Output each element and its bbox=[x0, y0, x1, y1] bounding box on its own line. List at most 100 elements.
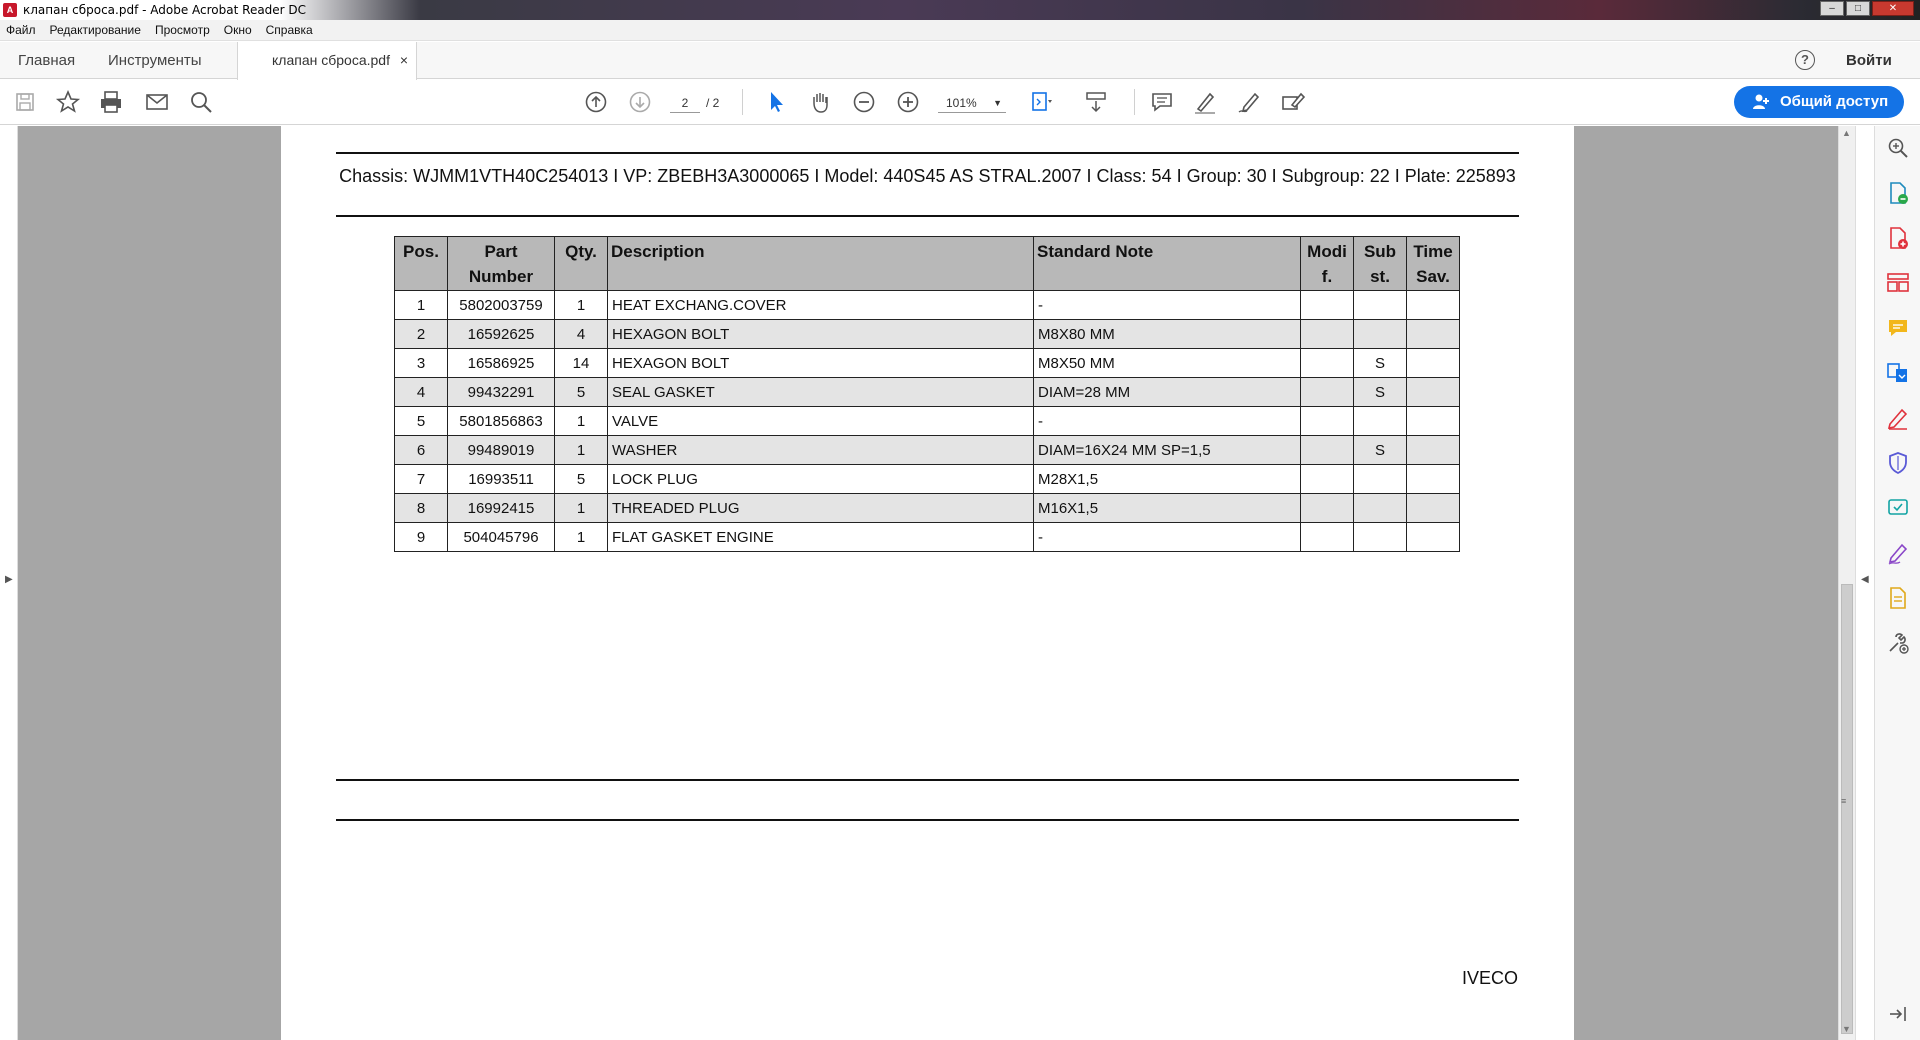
left-panel-toggle[interactable]: ▶ bbox=[0, 126, 18, 1040]
menu-help[interactable]: Справка bbox=[266, 23, 313, 37]
scrollbar-thumb[interactable] bbox=[1841, 584, 1853, 1034]
cell-pos: 1 bbox=[394, 290, 448, 320]
email-icon[interactable] bbox=[144, 89, 170, 115]
request-signature-icon[interactable] bbox=[1886, 541, 1910, 565]
collapse-right-icon[interactable]: ◀ bbox=[1861, 574, 1869, 585]
send-for-review-icon[interactable] bbox=[1886, 496, 1910, 520]
sign-in-button[interactable]: Войти bbox=[1846, 42, 1892, 79]
cell-modif bbox=[1300, 493, 1354, 523]
cell-pos: 2 bbox=[394, 319, 448, 349]
signature-pen-icon[interactable] bbox=[1236, 89, 1262, 115]
cell-qty: 1 bbox=[554, 493, 608, 523]
expand-left-icon[interactable]: ▶ bbox=[5, 574, 13, 585]
cell-time-sav bbox=[1406, 377, 1460, 407]
cell-subst bbox=[1353, 464, 1407, 494]
fill-sign-icon[interactable] bbox=[1886, 406, 1910, 430]
edit-sign-icon[interactable] bbox=[1280, 89, 1306, 115]
col-header-standard-note: Standard Note bbox=[1033, 236, 1301, 291]
menu-edit[interactable]: Редактирование bbox=[50, 23, 141, 37]
zoom-level-select[interactable]: 101% ▼ bbox=[938, 93, 1006, 113]
table-row: 1 5802003759 1 HEAT EXCHANG.COVER - bbox=[394, 290, 1460, 320]
footer-brand: IVECO bbox=[1461, 968, 1518, 988]
comment-tool-icon[interactable] bbox=[1886, 316, 1910, 340]
chassis-info: Chassis: WJMM1VTH40C254013 I VP: ZBEBH3A… bbox=[339, 166, 1516, 186]
cell-modif bbox=[1300, 377, 1354, 407]
cell-description: WASHER bbox=[607, 435, 1034, 465]
scan-ocr-icon[interactable] bbox=[1886, 586, 1910, 610]
title-bar: A клапан сброса.pdf - Adobe Acrobat Read… bbox=[0, 0, 1920, 20]
highlight-pen-icon[interactable] bbox=[1192, 89, 1218, 115]
table-row: 2 16592625 4 HEXAGON BOLT M8X80 MM bbox=[394, 319, 1460, 349]
right-pane-toggle[interactable]: ◀ bbox=[1855, 126, 1874, 1040]
tab-home[interactable]: Главная bbox=[18, 42, 75, 79]
combine-files-icon[interactable] bbox=[1886, 361, 1910, 385]
previous-page-icon[interactable] bbox=[583, 89, 609, 115]
scroll-mode-icon[interactable] bbox=[1083, 89, 1109, 115]
scroll-up-icon[interactable]: ▲ bbox=[1842, 128, 1851, 138]
tab-tools[interactable]: Инструменты bbox=[108, 42, 202, 79]
cell-standard-note: M16X1,5 bbox=[1033, 493, 1301, 523]
zoom-out-icon[interactable] bbox=[851, 89, 877, 115]
comment-icon[interactable] bbox=[1149, 89, 1175, 115]
parts-table: Pos. Part Number Qty. Description Standa… bbox=[394, 236, 1460, 552]
bookmark-star-icon[interactable] bbox=[55, 89, 81, 115]
cell-time-sav bbox=[1406, 435, 1460, 465]
window-controls: – □ ✕ bbox=[1820, 1, 1914, 16]
chevron-down-icon: ▼ bbox=[993, 98, 1002, 108]
table-row: 4 99432291 5 SEAL GASKET DIAM=28 MM S bbox=[394, 377, 1460, 407]
cell-subst: S bbox=[1353, 377, 1407, 407]
maximize-button[interactable]: □ bbox=[1846, 1, 1870, 16]
minimize-button[interactable]: – bbox=[1820, 1, 1844, 16]
zoom-search-icon[interactable] bbox=[1886, 136, 1910, 160]
header-rule bbox=[336, 152, 1519, 154]
cell-time-sav bbox=[1406, 522, 1460, 552]
share-button[interactable]: Общий доступ bbox=[1734, 86, 1904, 118]
search-icon[interactable] bbox=[188, 89, 214, 115]
cell-qty: 1 bbox=[554, 290, 608, 320]
cell-qty: 1 bbox=[554, 435, 608, 465]
collapse-tools-icon[interactable] bbox=[1886, 1002, 1910, 1026]
cell-description: VALVE bbox=[607, 406, 1034, 436]
fit-page-icon[interactable] bbox=[1028, 89, 1054, 115]
close-window-button[interactable]: ✕ bbox=[1872, 1, 1914, 16]
select-cursor-icon[interactable] bbox=[763, 89, 789, 115]
menu-file[interactable]: Файл bbox=[6, 23, 36, 37]
page-total: / 2 bbox=[706, 96, 720, 110]
vertical-scrollbar[interactable]: ▲ ≡ ▼ bbox=[1838, 126, 1855, 1040]
organize-pages-icon[interactable] bbox=[1886, 271, 1910, 295]
cell-modif bbox=[1300, 406, 1354, 436]
cell-part-number: 99489019 bbox=[447, 435, 555, 465]
create-pdf-icon[interactable] bbox=[1886, 226, 1910, 250]
cell-qty: 5 bbox=[554, 464, 608, 494]
menu-bar: Файл Редактирование Просмотр Окно Справк… bbox=[0, 20, 1920, 41]
protect-shield-icon[interactable] bbox=[1886, 451, 1910, 475]
cell-time-sav bbox=[1406, 493, 1460, 523]
cell-standard-note: - bbox=[1033, 406, 1301, 436]
cell-part-number: 16992415 bbox=[447, 493, 555, 523]
zoom-level-value: 101% bbox=[946, 96, 977, 110]
tab-close-icon[interactable]: × bbox=[400, 42, 408, 79]
cell-qty: 4 bbox=[554, 319, 608, 349]
scroll-down-icon[interactable]: ▼ bbox=[1842, 1024, 1851, 1034]
col-header-qty: Qty. bbox=[554, 236, 608, 291]
cell-qty: 1 bbox=[554, 522, 608, 552]
page-number-input[interactable]: 2 bbox=[670, 93, 700, 113]
cell-qty: 14 bbox=[554, 348, 608, 378]
export-pdf-icon[interactable] bbox=[1886, 181, 1910, 205]
next-page-icon[interactable] bbox=[627, 89, 653, 115]
cell-pos: 7 bbox=[394, 464, 448, 494]
print-icon[interactable] bbox=[98, 89, 124, 115]
hand-tool-icon[interactable] bbox=[807, 89, 833, 115]
tab-document[interactable]: клапан сброса.pdf × bbox=[237, 42, 417, 80]
menu-view[interactable]: Просмотр bbox=[155, 23, 210, 37]
cell-description: FLAT GASKET ENGINE bbox=[607, 522, 1034, 552]
help-icon[interactable]: ? bbox=[1795, 50, 1815, 70]
cell-part-number: 16586925 bbox=[447, 348, 555, 378]
main-toolbar: 2 / 2 101% ▼ bbox=[0, 80, 1920, 125]
zoom-in-icon[interactable] bbox=[895, 89, 921, 115]
save-icon[interactable] bbox=[12, 89, 38, 115]
table-row: 8 16992415 1 THREADED PLUG M16X1,5 bbox=[394, 493, 1460, 523]
cell-modif bbox=[1300, 348, 1354, 378]
more-tools-icon[interactable] bbox=[1886, 631, 1910, 655]
menu-window[interactable]: Окно bbox=[224, 23, 252, 37]
